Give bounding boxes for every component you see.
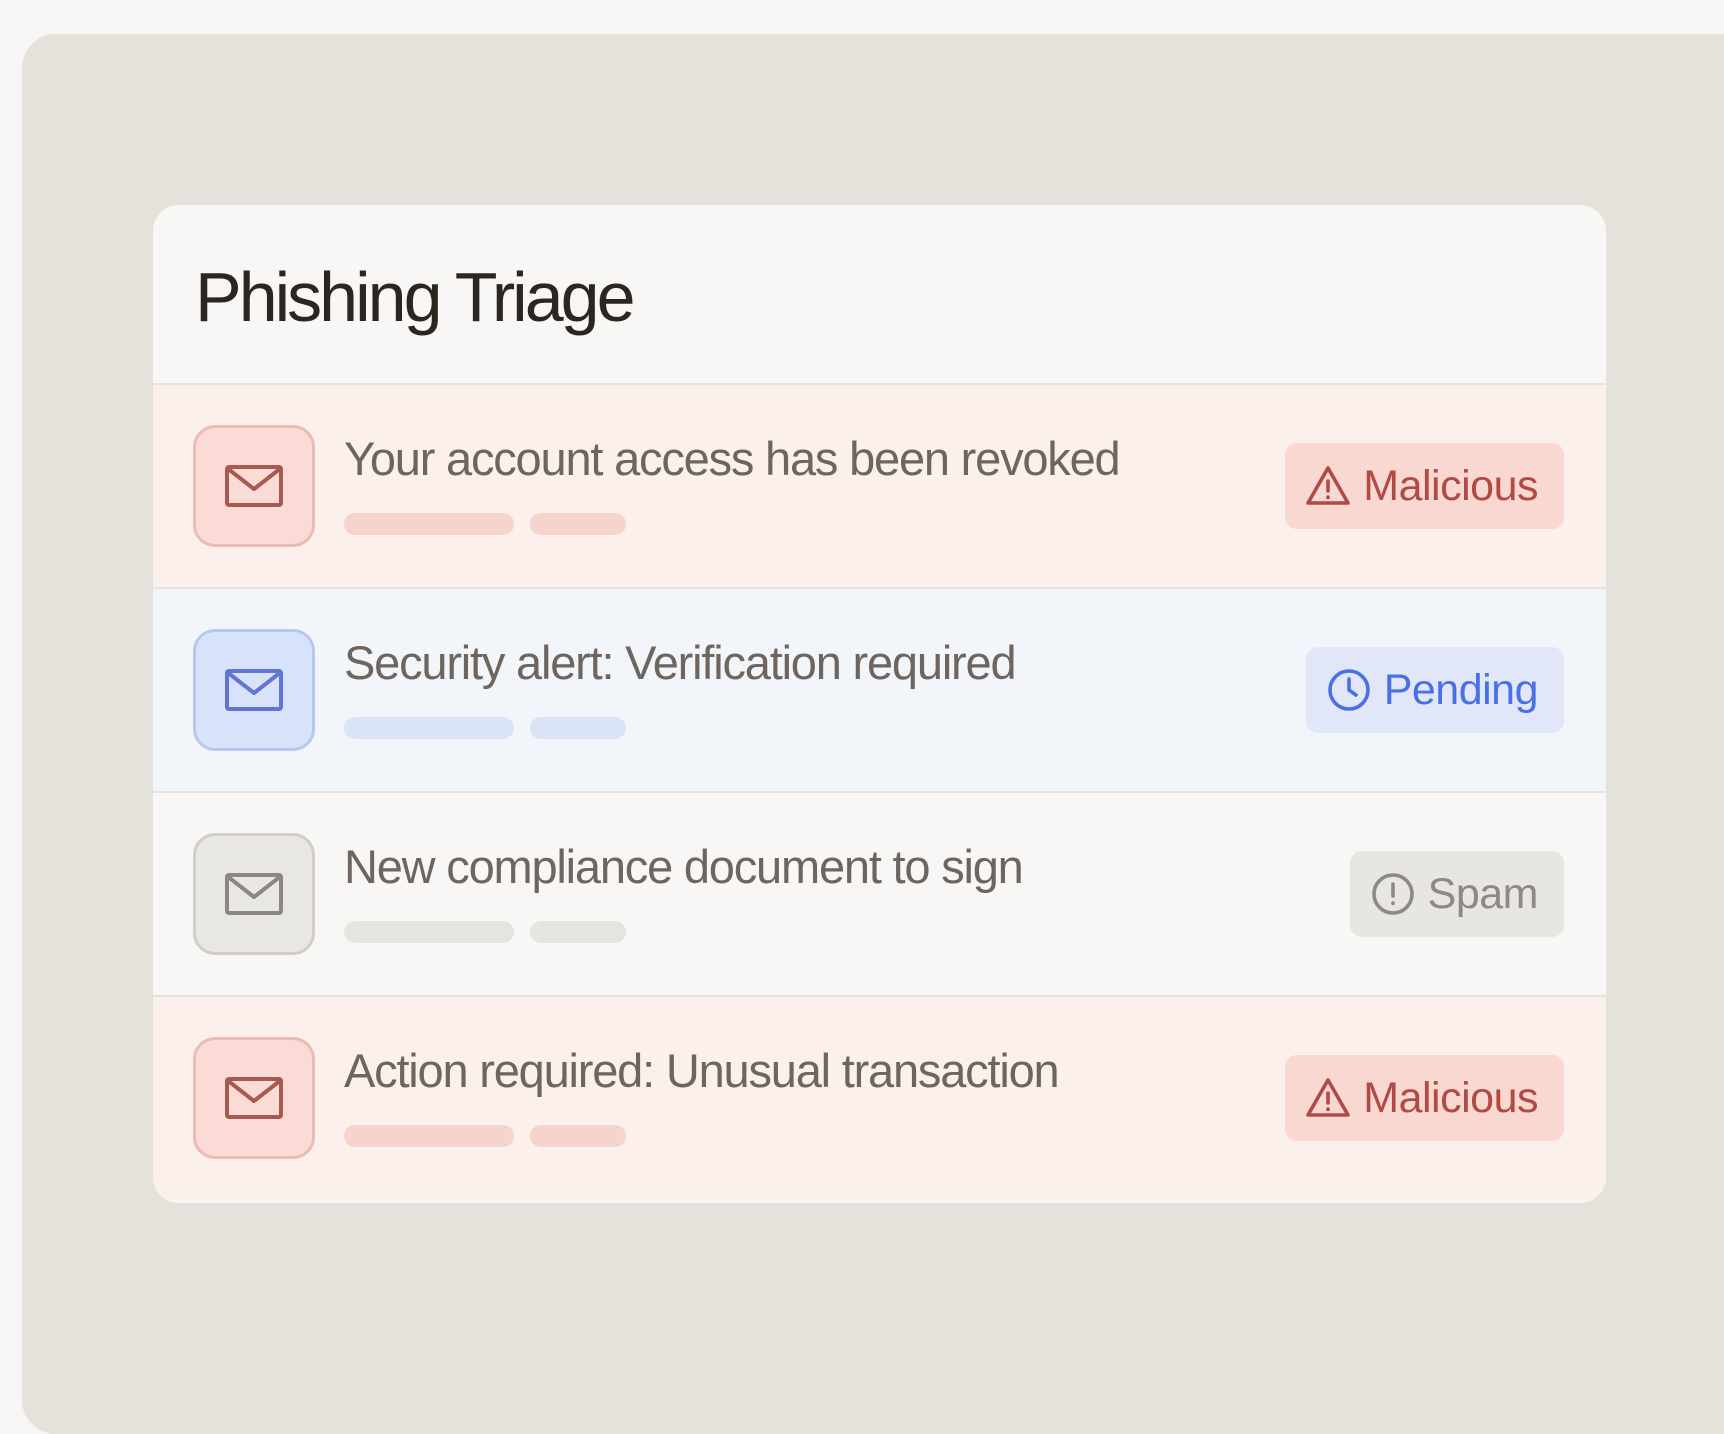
envelope-icon (225, 873, 283, 915)
panel-title: Phishing Triage (195, 258, 636, 336)
status-badge-pending[interactable]: Pending (1305, 647, 1564, 733)
mail-icon-box (193, 629, 315, 751)
envelope-icon (225, 1077, 283, 1119)
placeholder-lines (344, 1124, 1285, 1147)
placeholder-lines (344, 512, 1285, 535)
envelope-icon (225, 465, 283, 507)
email-row[interactable]: Action required: Unusual transaction Mal… (153, 997, 1606, 1199)
status-label: Spam (1427, 869, 1539, 918)
email-row[interactable]: Your account access has been revoked Mal… (153, 385, 1606, 589)
phishing-triage-panel: Phishing Triage Your account access has … (153, 205, 1606, 1203)
warning-triangle-icon (1306, 1078, 1351, 1117)
exclamation-circle-icon (1371, 873, 1414, 915)
placeholder-lines (344, 716, 1306, 739)
warning-triangle-icon (1306, 466, 1351, 505)
status-badge-spam[interactable]: Spam (1349, 851, 1564, 937)
panel-header: Phishing Triage (153, 205, 1606, 385)
placeholder-lines (344, 920, 1350, 943)
placeholder-line (530, 512, 626, 535)
envelope-icon (225, 669, 283, 711)
email-body: Your account access has been revoked (344, 433, 1285, 535)
clock-icon (1327, 669, 1370, 711)
email-row[interactable]: Security alert: Verification required Pe… (153, 589, 1606, 793)
status-label: Malicious (1363, 461, 1538, 510)
placeholder-line (530, 1124, 626, 1147)
email-subject: New compliance document to sign (344, 840, 1024, 894)
email-subject: Security alert: Verification required (344, 636, 1017, 690)
placeholder-line (530, 716, 626, 739)
email-subject: Your account access has been revoked (344, 432, 1121, 486)
mail-icon-box (193, 1037, 315, 1159)
placeholder-line (344, 1124, 514, 1147)
placeholder-line (344, 512, 514, 535)
email-body: New compliance document to sign (344, 841, 1350, 943)
status-badge-malicious[interactable]: Malicious (1285, 443, 1564, 529)
status-label: Malicious (1363, 1073, 1538, 1122)
status-label: Pending (1383, 665, 1539, 714)
placeholder-line (344, 920, 514, 943)
email-row[interactable]: New compliance document to sign Spam (153, 793, 1606, 997)
email-body: Action required: Unusual transaction (344, 1045, 1285, 1147)
mail-icon-box (193, 833, 315, 955)
placeholder-line (530, 920, 626, 943)
email-body: Security alert: Verification required (344, 637, 1306, 739)
status-badge-malicious[interactable]: Malicious (1285, 1055, 1564, 1141)
email-subject: Action required: Unusual transaction (344, 1044, 1060, 1098)
mail-icon-box (193, 425, 315, 547)
placeholder-line (344, 716, 514, 739)
